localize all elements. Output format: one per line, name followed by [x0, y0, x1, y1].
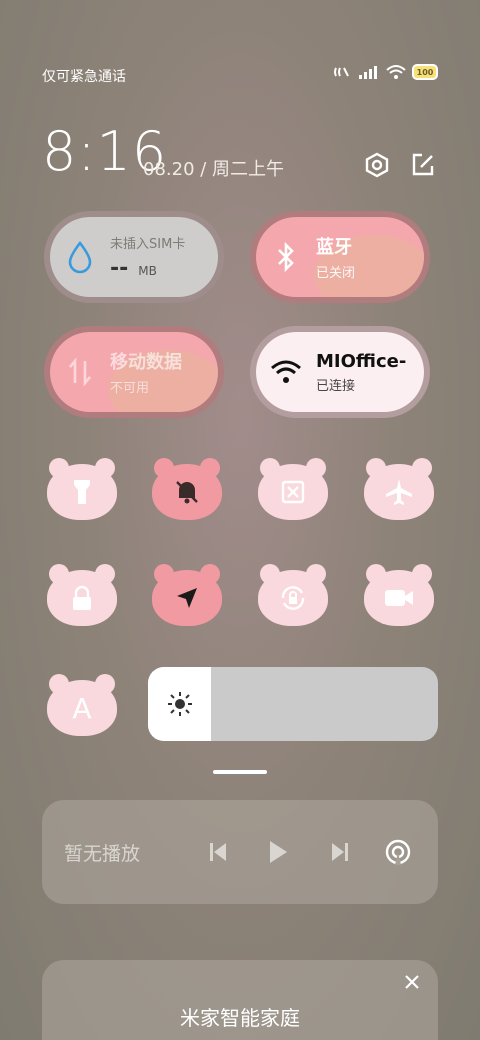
location-icon	[177, 588, 197, 608]
brightness-fill	[148, 667, 211, 741]
wifi-status-icon	[386, 65, 406, 79]
rotation-lock-toggle[interactable]	[258, 564, 328, 626]
bluetooth-icon	[256, 242, 316, 272]
sim-data-tile[interactable]: 未插入SIM卡 -- MB	[44, 211, 224, 303]
font-size-toggle[interactable]: A	[47, 674, 117, 736]
screenshot-icon	[281, 480, 305, 504]
airplane-toggle[interactable]	[364, 458, 434, 520]
sun-icon	[167, 692, 192, 716]
settings-icon[interactable]	[362, 150, 392, 180]
wifi-network-name: MIOffice-	[316, 350, 407, 372]
wifi-icon	[256, 359, 316, 385]
location-toggle[interactable]	[152, 564, 222, 626]
bluetooth-label: 蓝牙	[316, 237, 352, 258]
edit-icon[interactable]	[408, 150, 438, 180]
battery-icon: 100	[412, 64, 438, 80]
media-player-card: 暂无播放	[42, 800, 438, 904]
lock-icon	[73, 585, 91, 610]
sim-status-label: 未插入SIM卡	[110, 237, 186, 252]
next-track-icon[interactable]	[324, 836, 356, 868]
smart-home-title: 米家智能家庭	[180, 1006, 300, 1030]
wifi-status: 已连接	[316, 378, 356, 394]
play-icon[interactable]	[262, 836, 294, 868]
flashlight-toggle[interactable]	[47, 458, 117, 520]
smart-home-card[interactable]: 米家智能家庭	[42, 960, 438, 1040]
data-usage-unit: MB	[138, 264, 157, 278]
screenshot-toggle[interactable]	[258, 458, 328, 520]
audio-output-icon[interactable]	[382, 836, 414, 868]
mobile-data-tile[interactable]: 移动数据 不可用	[44, 326, 224, 418]
water-drop-icon	[50, 240, 110, 274]
mobile-data-label: 移动数据	[110, 352, 182, 373]
brightness-slider[interactable]	[148, 667, 438, 741]
font-letter-icon: A	[72, 691, 92, 725]
data-usage-value: --	[110, 256, 129, 281]
status-icons: 100	[332, 64, 438, 80]
drag-handle[interactable]	[213, 770, 267, 774]
video-icon	[385, 590, 413, 606]
data-transfer-icon	[50, 357, 110, 387]
airplane-icon	[386, 479, 412, 505]
mobile-data-status: 不可用	[110, 381, 150, 396]
silent-toggle[interactable]	[152, 458, 222, 520]
bluetooth-tile[interactable]: 蓝牙 已关闭	[250, 211, 430, 303]
carrier-status: 仅可紧急通话	[42, 69, 126, 85]
media-status: 暂无播放	[64, 842, 141, 865]
rotation-lock-icon	[281, 586, 305, 610]
clock-date: 08.20 / 周二上午	[143, 159, 285, 180]
flashlight-icon	[74, 480, 90, 504]
nfc-icon	[334, 67, 349, 77]
lock-toggle[interactable]	[47, 564, 117, 626]
signal-icon	[359, 66, 377, 79]
previous-track-icon[interactable]	[202, 836, 234, 868]
silent-bell-icon	[176, 481, 198, 504]
bluetooth-status: 已关闭	[316, 266, 356, 281]
wifi-tile[interactable]: MIOffice- 已连接	[250, 326, 430, 418]
close-icon[interactable]	[402, 972, 422, 992]
screen-record-toggle[interactable]	[364, 564, 434, 626]
